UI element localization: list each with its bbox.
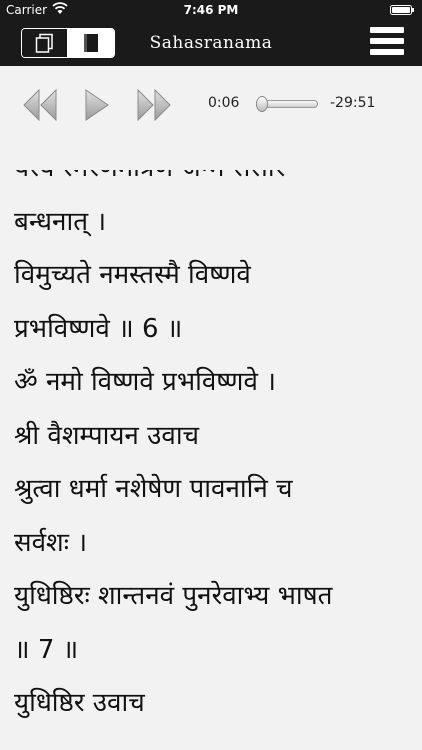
page-title: Sahasranama xyxy=(149,33,273,53)
verse-line: श्रुत्वा धर्मा नशेषेण पावनानि च xyxy=(14,474,293,504)
verse-line: प्रभविष्णवे ॥ 6 ॥ xyxy=(14,313,183,344)
fast-forward-icon[interactable] xyxy=(136,88,172,122)
menu-button[interactable] xyxy=(370,27,404,59)
verse-line: सर्वशः । xyxy=(14,527,88,558)
rewind-icon[interactable] xyxy=(22,88,58,122)
verse-line: श्री वैशम्पायन उवाच xyxy=(14,420,200,451)
play-icon[interactable] xyxy=(84,88,110,122)
audio-player: 0:06 -29:51 xyxy=(0,82,422,128)
top-bar: Carrier 7:46 PM Sahasranama xyxy=(0,0,422,66)
verse-line: युधिष्ठिरः शान्तनवं पुनरेवाभ्य भाषत xyxy=(14,581,333,611)
navigation-bar: Sahasranama xyxy=(0,22,422,66)
progress-slider-thumb[interactable] xyxy=(256,96,269,112)
verse-line: ॥ 7 ॥ xyxy=(14,634,79,665)
verse-line: ॐ नमो विष्णवे प्रभविष्णवे । xyxy=(14,367,277,397)
battery-icon xyxy=(390,5,414,15)
hamburger-menu-icon xyxy=(370,27,404,55)
status-bar: Carrier 7:46 PM xyxy=(0,0,422,20)
verse-line: विमुच्यते नमस्तस्मै विष्णवे xyxy=(14,260,251,290)
verse-line: यस्य स्मरणमात्रेण जन्म संसार xyxy=(14,170,422,196)
verse-line: युधिष्ठिर उवाच xyxy=(14,688,145,718)
verse-line: बन्धनात् । xyxy=(14,206,107,237)
remaining-time: -29:51 xyxy=(330,95,376,111)
clock: 7:46 PM xyxy=(183,3,239,17)
current-time: 0:06 xyxy=(208,95,240,111)
verse-text: यस्य स्मरणमात्रेण जन्म संसार बन्धनात् । वि… xyxy=(14,170,422,750)
